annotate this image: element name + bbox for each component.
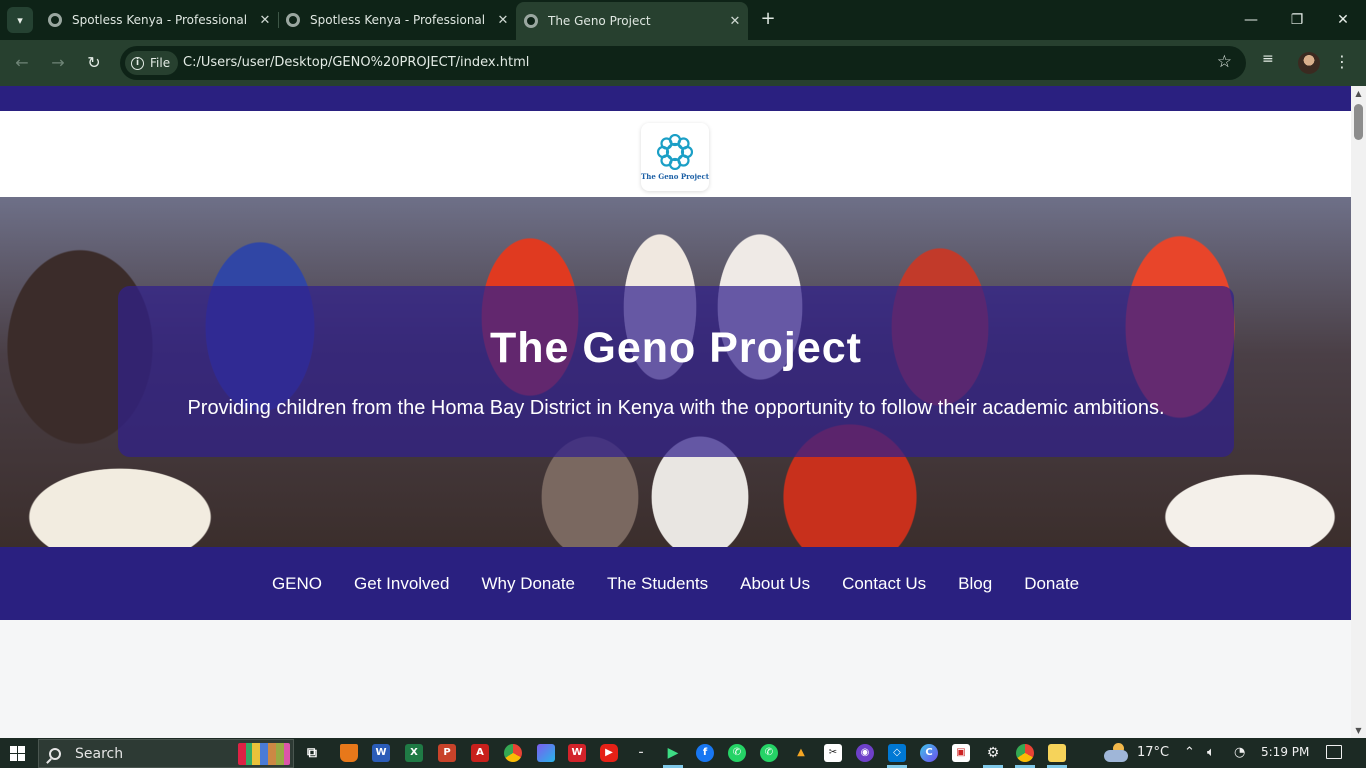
- taskbar-clock[interactable]: 5:19 PM: [1261, 745, 1309, 759]
- restore-window-button[interactable]: ❐: [1282, 8, 1312, 32]
- play-store-icon[interactable]: ▶: [664, 744, 682, 762]
- scroll-up-arrow-icon[interactable]: ▲: [1354, 89, 1363, 98]
- nav-link-about-us[interactable]: About Us: [740, 574, 810, 594]
- top-brand-band: [0, 86, 1351, 111]
- tab-title: Spotless Kenya - Professional Cl: [72, 13, 250, 27]
- globe-icon: [286, 13, 300, 27]
- overflow-dash-icon[interactable]: –: [632, 744, 650, 762]
- site-chip-label: File: [150, 56, 171, 70]
- page-scrollbar[interactable]: ▲ ▼: [1351, 86, 1366, 738]
- youtube-icon[interactable]: ▶: [600, 744, 618, 762]
- vlc-icon[interactable]: [340, 744, 358, 762]
- minimize-window-button[interactable]: —: [1236, 8, 1266, 32]
- browser-tab-1[interactable]: Spotless Kenya - Professional Cl ✕: [48, 6, 272, 34]
- tab-title: The Geno Project: [548, 14, 651, 28]
- wifi-icon[interactable]: ◔: [1234, 745, 1245, 760]
- vscode-icon[interactable]: ◇: [888, 744, 906, 762]
- close-tab-icon[interactable]: ✕: [496, 13, 510, 28]
- globe-icon: [524, 14, 538, 28]
- hero-overlay: The Geno Project Providing children from…: [118, 286, 1234, 457]
- nav-link-donate[interactable]: Donate: [1024, 574, 1079, 594]
- main-navigation: GENO Get Involved Why Donate The Student…: [0, 547, 1351, 620]
- canva-icon[interactable]: C: [920, 744, 938, 762]
- hero-subtitle: Providing children from the Homa Bay Dis…: [187, 397, 1165, 419]
- site-logo[interactable]: The Geno Project: [641, 123, 709, 191]
- url-text[interactable]: C:/Users/user/Desktop/GENO%20PROJECT/ind…: [183, 55, 529, 70]
- new-tab-button[interactable]: +: [758, 9, 778, 29]
- github-icon[interactable]: ◉: [856, 744, 874, 762]
- windows-taskbar: Search ⧉ W X P A W ▶ – ▶ f ✆ ✆ ▲ ✂ ◉ ◇ C…: [0, 738, 1366, 768]
- forward-button[interactable]: →: [46, 51, 70, 75]
- logo-text: The Geno Project: [641, 171, 709, 181]
- hero-title: The Geno Project: [489, 324, 862, 372]
- info-icon: i: [131, 56, 144, 70]
- browser-tab-2[interactable]: Spotless Kenya - Professional Cl ✕: [286, 6, 510, 34]
- profile-avatar[interactable]: [1298, 52, 1320, 74]
- windows-start-icon[interactable]: [10, 746, 25, 761]
- browser-toolbar: ← → ↻ i File C:/Users/user/Desktop/GENO%…: [0, 40, 1366, 86]
- volume-icon[interactable]: 🔈︎: [1207, 745, 1215, 760]
- settings-gear-icon[interactable]: ⚙: [984, 744, 1002, 762]
- copilot-icon[interactable]: [537, 744, 555, 762]
- app-triangle-icon[interactable]: ▲: [792, 744, 810, 762]
- weather-cloudy-icon[interactable]: [1104, 743, 1130, 763]
- sticky-notes-icon[interactable]: [1048, 744, 1066, 762]
- notification-center-icon[interactable]: [1326, 745, 1342, 759]
- search-highlight-books-icon[interactable]: [238, 743, 290, 765]
- logo-header: The Geno Project: [0, 111, 1351, 197]
- word-icon[interactable]: W: [372, 744, 390, 762]
- hero-banner: The Geno Project Providing children from…: [0, 197, 1351, 547]
- powerpoint-icon[interactable]: P: [438, 744, 456, 762]
- tray-chevron-up-icon[interactable]: ⌃: [1184, 745, 1195, 760]
- close-window-button[interactable]: ✕: [1328, 8, 1358, 32]
- bookmark-star-icon[interactable]: ☆: [1217, 52, 1232, 72]
- browser-tab-strip: ▾ Spotless Kenya - Professional Cl ✕ Spo…: [0, 0, 1366, 40]
- capcut-icon[interactable]: ✂: [824, 744, 842, 762]
- browser-menu-icon[interactable]: ⋮: [1334, 52, 1350, 72]
- media-control-icon[interactable]: ≡: [1262, 51, 1274, 67]
- task-view-icon[interactable]: ⧉: [303, 744, 321, 762]
- scroll-thumb[interactable]: [1354, 104, 1363, 140]
- scroll-down-arrow-icon[interactable]: ▼: [1354, 726, 1363, 735]
- search-icon: [49, 747, 61, 760]
- reload-button[interactable]: ↻: [82, 51, 106, 75]
- excel-icon[interactable]: X: [405, 744, 423, 762]
- snipping-tool-icon[interactable]: ▣: [952, 744, 970, 762]
- nav-link-contact-us[interactable]: Contact Us: [842, 574, 926, 594]
- nav-link-geno[interactable]: GENO: [272, 574, 322, 594]
- tab-divider: [278, 12, 279, 28]
- acrobat-icon[interactable]: A: [471, 744, 489, 762]
- logo-mandala-icon: [657, 133, 693, 170]
- chrome-icon[interactable]: [504, 744, 522, 762]
- nav-link-get-involved[interactable]: Get Involved: [354, 574, 449, 594]
- browser-tab-active[interactable]: The Geno Project ✕: [516, 2, 748, 40]
- weather-temperature[interactable]: 17°C: [1137, 745, 1169, 760]
- whatsapp-icon[interactable]: ✆: [728, 744, 746, 762]
- close-tab-icon[interactable]: ✕: [728, 14, 742, 29]
- nav-link-the-students[interactable]: The Students: [607, 574, 708, 594]
- nav-link-why-donate[interactable]: Why Donate: [481, 574, 575, 594]
- back-button[interactable]: ←: [10, 51, 34, 75]
- taskbar-search-placeholder: Search: [75, 745, 124, 762]
- close-tab-icon[interactable]: ✕: [258, 13, 272, 28]
- facebook-icon[interactable]: f: [696, 744, 714, 762]
- whatsapp-business-icon[interactable]: ✆: [760, 744, 778, 762]
- tab-search-menu-button[interactable]: ▾: [7, 7, 33, 33]
- address-bar[interactable]: i File C:/Users/user/Desktop/GENO%20PROJ…: [120, 46, 1246, 80]
- wps-icon[interactable]: W: [568, 744, 586, 762]
- chrome-active-icon[interactable]: [1016, 744, 1034, 762]
- page-viewport: The Geno Project The Geno Project Provid…: [0, 86, 1351, 738]
- tab-title: Spotless Kenya - Professional Cl: [310, 13, 488, 27]
- site-info-chip[interactable]: i File: [125, 51, 179, 75]
- nav-link-blog[interactable]: Blog: [958, 574, 992, 594]
- globe-icon: [48, 13, 62, 27]
